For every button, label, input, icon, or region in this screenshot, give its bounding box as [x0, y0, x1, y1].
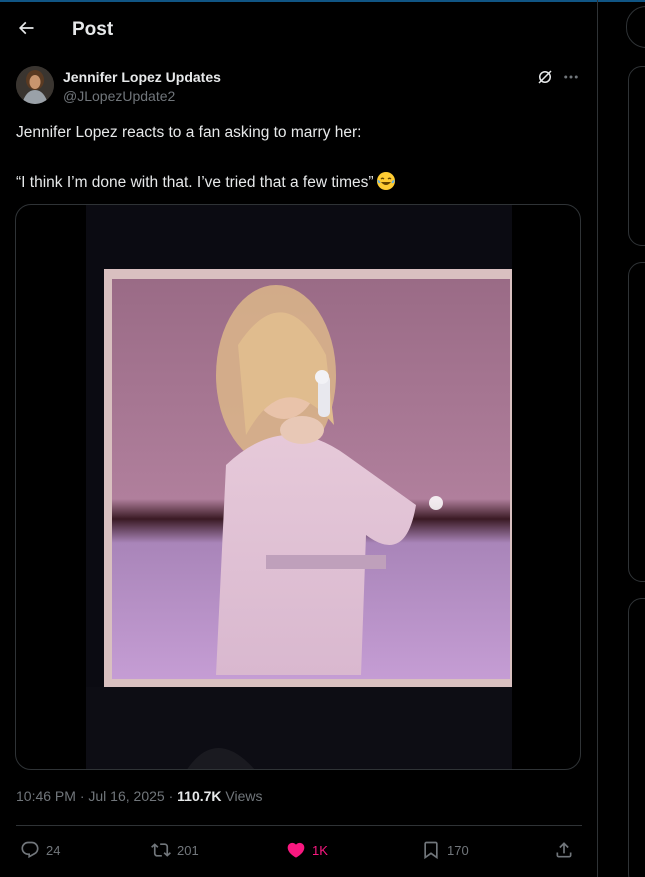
- repost-button[interactable]: 201: [151, 836, 199, 864]
- reply-button[interactable]: 24: [20, 836, 60, 864]
- bookmark-count: 170: [447, 842, 469, 858]
- grok-icon[interactable]: [536, 68, 554, 86]
- tweet-line-2: “I think I’m done with that. I’ve tried …: [16, 174, 374, 191]
- tweet-line-1: Jennifer Lopez reacts to a fan asking to…: [16, 124, 362, 141]
- more-icon[interactable]: [562, 68, 580, 86]
- like-button[interactable]: 1K: [286, 836, 328, 864]
- sidebar-card-3: [628, 598, 645, 877]
- author-row: Jennifer Lopez Updates @JLopezUpdate2: [16, 66, 582, 110]
- views-label: Views: [225, 788, 263, 804]
- avatar[interactable]: [16, 66, 54, 104]
- sidebar-card-1: [628, 66, 645, 246]
- sidebar-card-2: [628, 262, 645, 582]
- meta-separator: ·: [79, 788, 85, 804]
- heart-icon: [287, 842, 305, 858]
- reply-count: 24: [46, 842, 61, 858]
- post-date[interactable]: Jul 16, 2025: [88, 788, 164, 804]
- face-with-tears-of-joy-emoji-icon: [376, 172, 395, 190]
- author-name[interactable]: Jennifer Lopez Updates: [63, 69, 221, 85]
- repost-icon: [151, 843, 171, 857]
- views-count: 110.7K: [177, 788, 222, 804]
- meta-separator-2: ·: [168, 788, 174, 804]
- bookmark-button[interactable]: 170: [421, 836, 469, 864]
- action-bar: 24 201 1K 170: [16, 836, 582, 864]
- repost-count: 201: [177, 842, 199, 858]
- page-title: Post: [72, 19, 114, 40]
- video-player[interactable]: [15, 204, 581, 770]
- post-header: Post: [0, 0, 598, 60]
- share-icon: [556, 842, 572, 858]
- reply-icon: [21, 841, 39, 859]
- search-field-edge[interactable]: [626, 6, 645, 48]
- divider: [16, 825, 582, 826]
- author-handle[interactable]: @JLopezUpdate2: [63, 88, 175, 104]
- post-time[interactable]: 10:46 PM: [16, 788, 76, 804]
- right-sidebar: [598, 0, 645, 877]
- like-count: 1K: [312, 842, 328, 858]
- back-button[interactable]: [16, 18, 36, 38]
- share-button[interactable]: [554, 836, 580, 864]
- post-column: Post Jennifer Lopez Updates @JLopezUpdat…: [0, 0, 598, 877]
- post-meta: 10:46 PM · Jul 16, 2025 · 110.7K Views: [16, 788, 263, 804]
- bookmark-icon: [424, 841, 438, 860]
- arrow-left-icon: [18, 21, 34, 35]
